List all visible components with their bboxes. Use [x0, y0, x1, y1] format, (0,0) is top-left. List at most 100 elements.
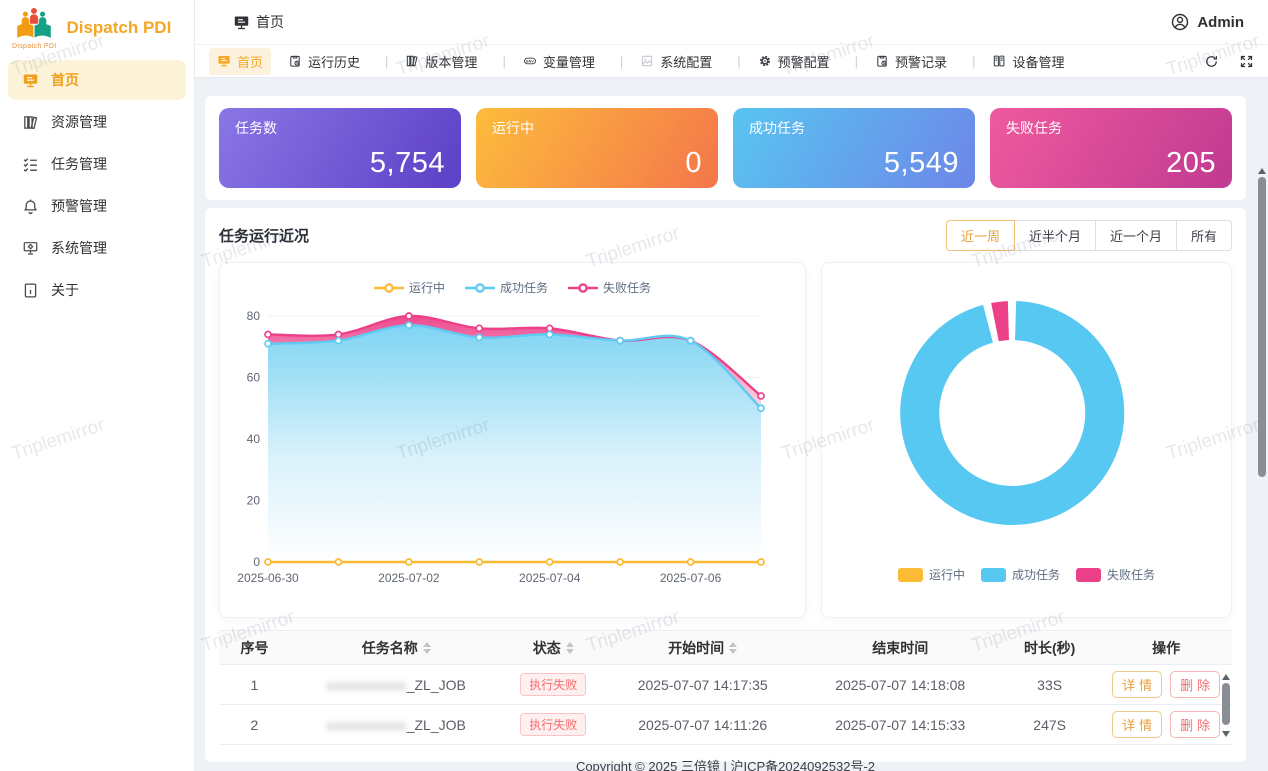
sidebar-item-预警管理[interactable]: 预警管理: [8, 186, 186, 226]
pie-legend-item-失败任务[interactable]: 失败任务: [1076, 566, 1155, 583]
svg-text:80: 80: [247, 309, 261, 323]
tab-运行历史[interactable]: 运行历史: [280, 48, 376, 75]
donut-chart-card: 运行中成功任务失败任务: [821, 262, 1232, 618]
column-label: 时长(秒): [1024, 638, 1075, 658]
tab-divider: |: [972, 54, 975, 69]
column-header-状态[interactable]: 状态: [503, 631, 604, 665]
cell-task-name: xxxxxxxxxx_ZL_JOB: [290, 665, 503, 705]
sort-carets-icon[interactable]: [423, 642, 431, 654]
tab-系统配置[interactable]: 系统配置: [632, 48, 728, 75]
tab-label: 首页: [237, 52, 263, 71]
section-header: 任务运行近况 近一周近半个月近一个月所有: [219, 218, 1232, 252]
stat-value: 5,754: [370, 147, 445, 180]
table-scrollbar-thumb[interactable]: [1222, 683, 1230, 725]
sidebar-item-label: 关于: [51, 280, 79, 300]
sidebar-item-label: 资源管理: [51, 112, 107, 132]
tab-设备管理[interactable]: 设备管理: [984, 48, 1072, 75]
svg-text:2025-07-06: 2025-07-06: [660, 571, 722, 585]
tab-变量管理[interactable]: ENV变量管理: [515, 48, 611, 75]
svg-text:2025-06-30: 2025-06-30: [237, 571, 299, 585]
refresh-icon[interactable]: [1204, 54, 1219, 69]
stat-value: 205: [1166, 147, 1216, 180]
filter-button-近一周[interactable]: 近一周: [946, 220, 1015, 251]
table-scroll-up-icon[interactable]: [1222, 670, 1230, 680]
status-badge: 执行失败: [520, 713, 586, 736]
sidebar-item-任务管理[interactable]: 任务管理: [8, 144, 186, 184]
column-label: 开始时间: [668, 638, 724, 658]
clipboard-clock-icon: [875, 54, 889, 68]
tabs-fullscreen-icon[interactable]: [1239, 54, 1254, 69]
table-header-row: 序号任务名称状态开始时间结束时间时长(秒)操作: [219, 631, 1232, 665]
server-icon: [992, 54, 1006, 68]
tab-label: 预警记录: [895, 52, 947, 71]
legend-marker-icon: [568, 282, 598, 294]
stat-card-失败任务: 失败任务205: [990, 108, 1232, 188]
sidebar-item-关于[interactable]: 关于: [8, 270, 186, 310]
content-area: 任务数5,754运行中0成功任务5,549失败任务205 任务运行近况 近一周近…: [195, 78, 1268, 771]
table-body: 1xxxxxxxxxx_ZL_JOB执行失败2025-07-07 14:17:3…: [219, 665, 1232, 745]
pie-legend-item-成功任务[interactable]: 成功任务: [981, 566, 1060, 583]
redacted-task-name: xxxxxxxxxx: [327, 717, 407, 733]
sidebar-item-label: 任务管理: [51, 154, 107, 174]
column-label: 任务名称: [362, 638, 418, 658]
page-scroll-up-icon[interactable]: [1258, 164, 1266, 174]
legend-label: 运行中: [409, 279, 445, 296]
svg-text:2025-07-04: 2025-07-04: [519, 571, 581, 585]
tab-预警记录[interactable]: 预警记录: [867, 48, 963, 75]
filter-button-近一个月[interactable]: 近一个月: [1095, 220, 1177, 251]
detail-button[interactable]: 详情: [1112, 671, 1162, 698]
svg-text:40: 40: [247, 432, 261, 446]
sidebar-item-首页[interactable]: 首页: [8, 60, 186, 100]
clipboard-clock-icon: [288, 54, 302, 68]
tabbar-actions: [1204, 54, 1254, 69]
detail-button[interactable]: 详情: [1112, 711, 1162, 738]
page-scrollbar[interactable]: [1257, 164, 1266, 767]
cell-actions: 详情删除: [1100, 665, 1232, 705]
legend-item-失败任务[interactable]: 失败任务: [568, 279, 651, 296]
sort-carets-icon[interactable]: [566, 642, 574, 654]
cell-duration: 33S: [999, 665, 1100, 705]
table-scroll-down-icon[interactable]: [1222, 731, 1230, 741]
stat-value: 0: [685, 147, 702, 180]
sidebar-item-系统管理[interactable]: 系统管理: [8, 228, 186, 268]
column-header-开始时间[interactable]: 开始时间: [604, 631, 802, 665]
tab-label: 运行历史: [308, 52, 360, 71]
stat-label: 成功任务: [749, 118, 959, 138]
svg-text:ENV: ENV: [526, 60, 534, 64]
delete-button[interactable]: 删除: [1170, 671, 1220, 698]
pie-legend-item-运行中[interactable]: 运行中: [898, 566, 965, 583]
main-column: 首页 Admin 首页运行历史|版本管理|ENV变量管理|系统配置|预警配置|预…: [195, 0, 1268, 771]
legend-swatch: [898, 568, 923, 582]
user-menu[interactable]: Admin: [1170, 12, 1244, 32]
line-chart: 0204060802025-06-302025-07-022025-07-042…: [220, 300, 805, 597]
sidebar-item-label: 系统管理: [51, 238, 107, 258]
legend-item-运行中[interactable]: 运行中: [374, 279, 445, 296]
tab-首页[interactable]: 首页: [209, 48, 271, 75]
sort-carets-icon[interactable]: [729, 642, 737, 654]
tab-divider: |: [620, 54, 623, 69]
page-scrollbar-thumb[interactable]: [1258, 177, 1266, 477]
column-label: 操作: [1152, 638, 1180, 658]
table-scrollbar[interactable]: [1221, 670, 1230, 741]
column-header-任务名称[interactable]: 任务名称: [290, 631, 503, 665]
filter-button-所有[interactable]: 所有: [1176, 220, 1232, 251]
filter-button-近半个月[interactable]: 近半个月: [1014, 220, 1096, 251]
svg-text:2025-07-02: 2025-07-02: [378, 571, 440, 585]
charts-row: 运行中成功任务失败任务 0204060802025-06-302025-07-0…: [219, 262, 1232, 618]
column-header-操作: 操作: [1100, 631, 1232, 665]
book-info-icon: [22, 282, 39, 299]
tab-bar: 首页运行历史|版本管理|ENV变量管理|系统配置|预警配置|预警记录|设备管理: [195, 45, 1268, 78]
table-row: 2xxxxxxxxxx_ZL_JOB执行失败2025-07-07 14:11:2…: [219, 705, 1232, 745]
sidebar-item-资源管理[interactable]: 资源管理: [8, 102, 186, 142]
logo-caption: Dispatch PDI: [12, 43, 56, 50]
cell-status: 执行失败: [503, 665, 604, 705]
column-header-时长(秒): 时长(秒): [999, 631, 1100, 665]
tab-版本管理[interactable]: 版本管理: [397, 48, 493, 75]
delete-button[interactable]: 删除: [1170, 711, 1220, 738]
home-monitor-icon: [233, 14, 250, 31]
breadcrumb[interactable]: 首页: [233, 12, 284, 32]
tab-label: 系统配置: [660, 52, 712, 71]
legend-item-成功任务[interactable]: 成功任务: [465, 279, 548, 296]
gear-icon: [758, 54, 772, 68]
tab-预警配置[interactable]: 预警配置: [750, 48, 846, 75]
